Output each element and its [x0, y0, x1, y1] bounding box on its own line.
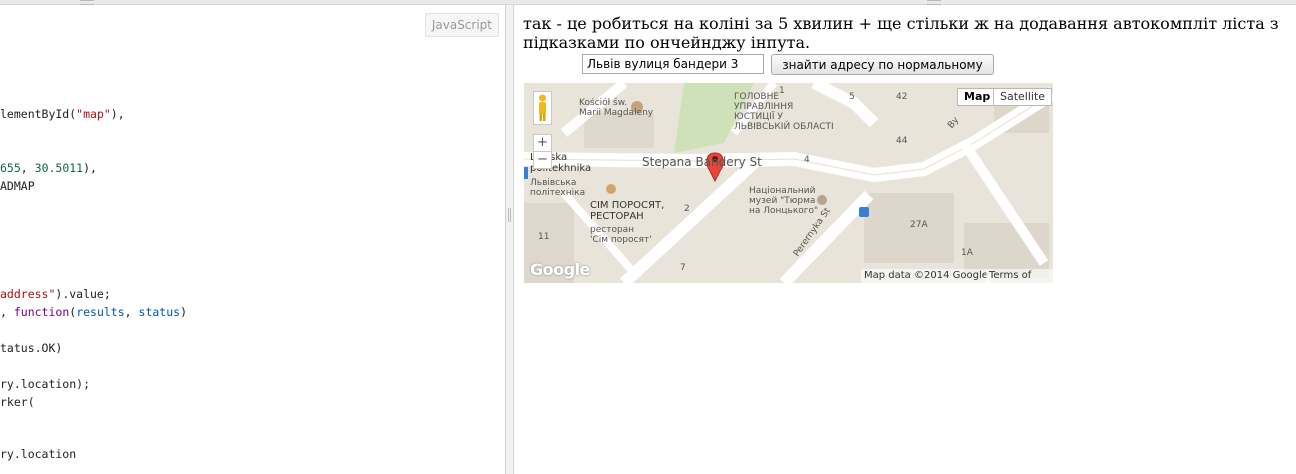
code-line: ry.location); [0, 377, 90, 391]
divider-handle-icon[interactable] [508, 208, 511, 222]
code-line: tatus.OK) [0, 341, 62, 355]
map-house-number: 5 [849, 92, 855, 102]
map-type-satellite-button[interactable]: Satellite [993, 88, 1053, 106]
code-editor-pane[interactable]: JavaScript lementById("map"), 655, 30.501… [0, 5, 505, 474]
pane-divider[interactable] [505, 5, 514, 474]
map-house-number: 42 [896, 92, 908, 102]
map-label-museum: Національний музей "Тюрма на Лонцького" [749, 186, 819, 216]
map-label-ministry: ГОЛОВНЕ УПРАВЛІННЯ ЮСТИЦІЇ У ЛЬВІВСЬКІЙ … [734, 92, 834, 132]
code-line: address").value; [0, 287, 111, 301]
language-label: JavaScript [424, 13, 499, 37]
code-token: address" [0, 287, 56, 301]
code-token: , [0, 305, 14, 319]
map-label-politekhnika-uk: Львівська політехніка [530, 178, 586, 198]
zoom-out-button[interactable]: − [533, 151, 552, 169]
map-house-number: 7 [680, 263, 686, 273]
code-token: , [20, 161, 35, 175]
terms-of-use-link[interactable]: Terms of Use [986, 269, 1053, 283]
code-line: rker( [0, 395, 35, 409]
map-house-number: 11 [538, 232, 550, 242]
code-token: ADMAP [0, 179, 35, 193]
code-token: status [138, 305, 181, 319]
map-house-number: 44 [896, 136, 908, 146]
code-line: 655, 30.5011), [0, 161, 97, 175]
code-line: , function(results, status) [0, 305, 187, 319]
code-token: function [13, 305, 70, 319]
code-line: ADMAP [0, 179, 35, 193]
map-house-number: 27A [910, 220, 928, 230]
code-token: ry.location [0, 447, 77, 461]
map-type-map-button[interactable]: Map [957, 88, 998, 106]
map-label-bandery-street: Stepana Bandery St [642, 155, 762, 169]
code-token: tatus.OK) [0, 341, 63, 355]
address-input[interactable] [582, 54, 764, 74]
result-heading: так - це робиться на коліні за 5 хвилин … [523, 14, 1279, 52]
code-token: 30.5011 [34, 161, 84, 175]
map-label-restaurant: СІМ ПОРОСЯТ, РЕСТОРАН [590, 200, 665, 222]
code-token: ) [180, 305, 187, 319]
code-token: ).value; [55, 287, 111, 301]
find-address-button[interactable]: знайти адресу по нормальному [771, 54, 994, 75]
code-line: ry.location [0, 447, 76, 461]
result-pane: так - це робиться на коліні за 5 хвилин … [514, 5, 1296, 474]
google-map[interactable]: Kościół św. Marii Magdaleny ГОЛОВНЕ УПРА… [524, 83, 1053, 283]
zoom-in-button[interactable]: + [533, 134, 552, 152]
google-logo[interactable]: Google [530, 260, 590, 279]
map-house-number: 4 [804, 155, 810, 165]
map-data-attribution: Map data ©2014 Google [861, 269, 991, 283]
code-token: results [76, 305, 125, 319]
code-token: 655 [0, 161, 21, 175]
map-house-number: 2 [684, 204, 690, 214]
code-token: , [124, 305, 139, 319]
code-line: lementById("map"), [0, 107, 125, 121]
map-house-number: 1 [779, 86, 785, 96]
code-token: "map" [76, 107, 111, 121]
code-token: ), [83, 161, 97, 175]
code-token: lementById( [0, 107, 77, 121]
street-view-pegman-icon[interactable] [533, 91, 552, 125]
code-token: ), [110, 107, 125, 121]
code-token: ry.location); [0, 377, 91, 391]
map-label-church: Kościół św. Marii Magdaleny [579, 98, 654, 118]
code-token: rker( [0, 395, 35, 409]
map-house-number: 1A [961, 248, 973, 258]
map-label-restaurant-sub: ресторан 'Сім поросят' [590, 225, 652, 245]
